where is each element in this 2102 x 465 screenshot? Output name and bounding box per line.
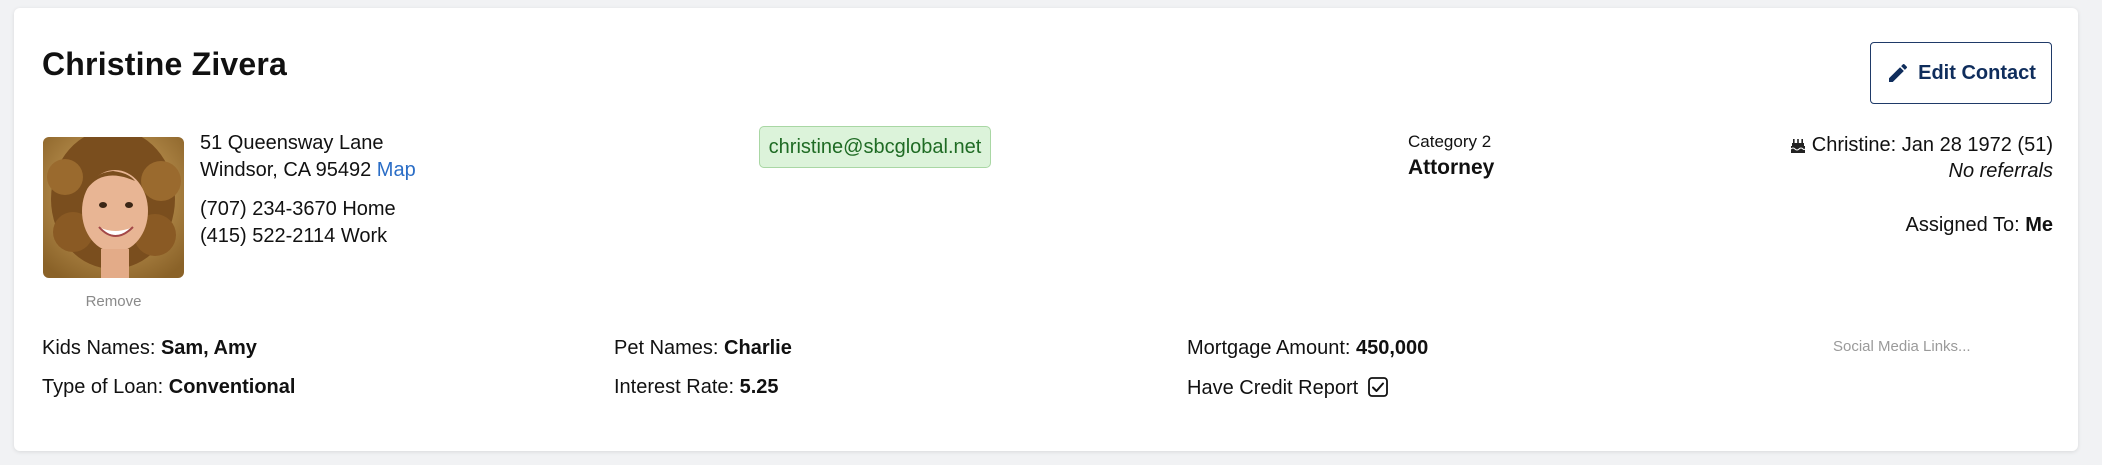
checkbox-checked-icon[interactable] [1367, 376, 1389, 398]
assigned-label: Assigned To: [1905, 214, 2020, 236]
cake-icon [1790, 139, 1806, 153]
pet-value: Charlie [724, 337, 792, 359]
address-line1: 51 Queensway Lane [200, 132, 384, 154]
phone-home[interactable]: (707) 234-3670 Home [200, 198, 396, 221]
map-link[interactable]: Map [377, 159, 416, 181]
pet-label: Pet Names: [614, 337, 719, 359]
contact-name: Christine Zivera [42, 46, 288, 82]
rate-label: Interest Rate: [614, 376, 735, 398]
credit-report-field: Have Credit Report [1187, 376, 1389, 400]
credit-label: Have Credit Report [1187, 377, 1359, 399]
assigned-to: Assigned To: Me [1905, 214, 2053, 237]
email-badge[interactable]: christine@sbcglobal.net [759, 126, 991, 168]
kids-label: Kids Names: [42, 337, 156, 359]
mortgage-value: 450,000 [1356, 337, 1429, 359]
edit-contact-label: Edit Contact [1918, 61, 2036, 84]
phone-work[interactable]: (415) 522-2114 Work [200, 225, 387, 248]
assigned-value: Me [2025, 214, 2053, 236]
loan-value: Conventional [168, 376, 296, 398]
contact-photo [43, 137, 184, 278]
birthday-text: Christine: Jan 28 1972 (51) [1811, 134, 2053, 156]
category-value: Attorney [1408, 156, 1495, 179]
social-media-links[interactable]: Social Media Links... [1833, 338, 1971, 355]
address-line2: Windsor, CA 95492 [200, 159, 372, 181]
pencil-icon [1889, 63, 1908, 82]
edit-contact-button[interactable]: Edit Contact [1870, 42, 2052, 104]
kids-names-field: Kids Names: Sam, Amy [42, 337, 257, 360]
referrals-text: No referrals [1948, 160, 2053, 182]
birthday-row: Christine: Jan 28 1972 (51) [1790, 134, 2053, 157]
kids-value: Sam, Amy [160, 337, 257, 359]
category-label: Category 2 [1408, 132, 1492, 151]
loan-type-field: Type of Loan: Conventional [42, 376, 295, 399]
remove-photo-link[interactable]: Remove [43, 293, 184, 310]
mortgage-label: Mortgage Amount: [1187, 337, 1351, 359]
pet-names-field: Pet Names: Charlie [614, 337, 792, 360]
interest-rate-field: Interest Rate: 5.25 [614, 376, 779, 399]
rate-value: 5.25 [739, 376, 779, 398]
loan-label: Type of Loan: [42, 376, 164, 398]
address-line2-row: Windsor, CA 95492 Map [200, 159, 416, 182]
mortgage-amount-field: Mortgage Amount: 450,000 [1187, 337, 1428, 360]
